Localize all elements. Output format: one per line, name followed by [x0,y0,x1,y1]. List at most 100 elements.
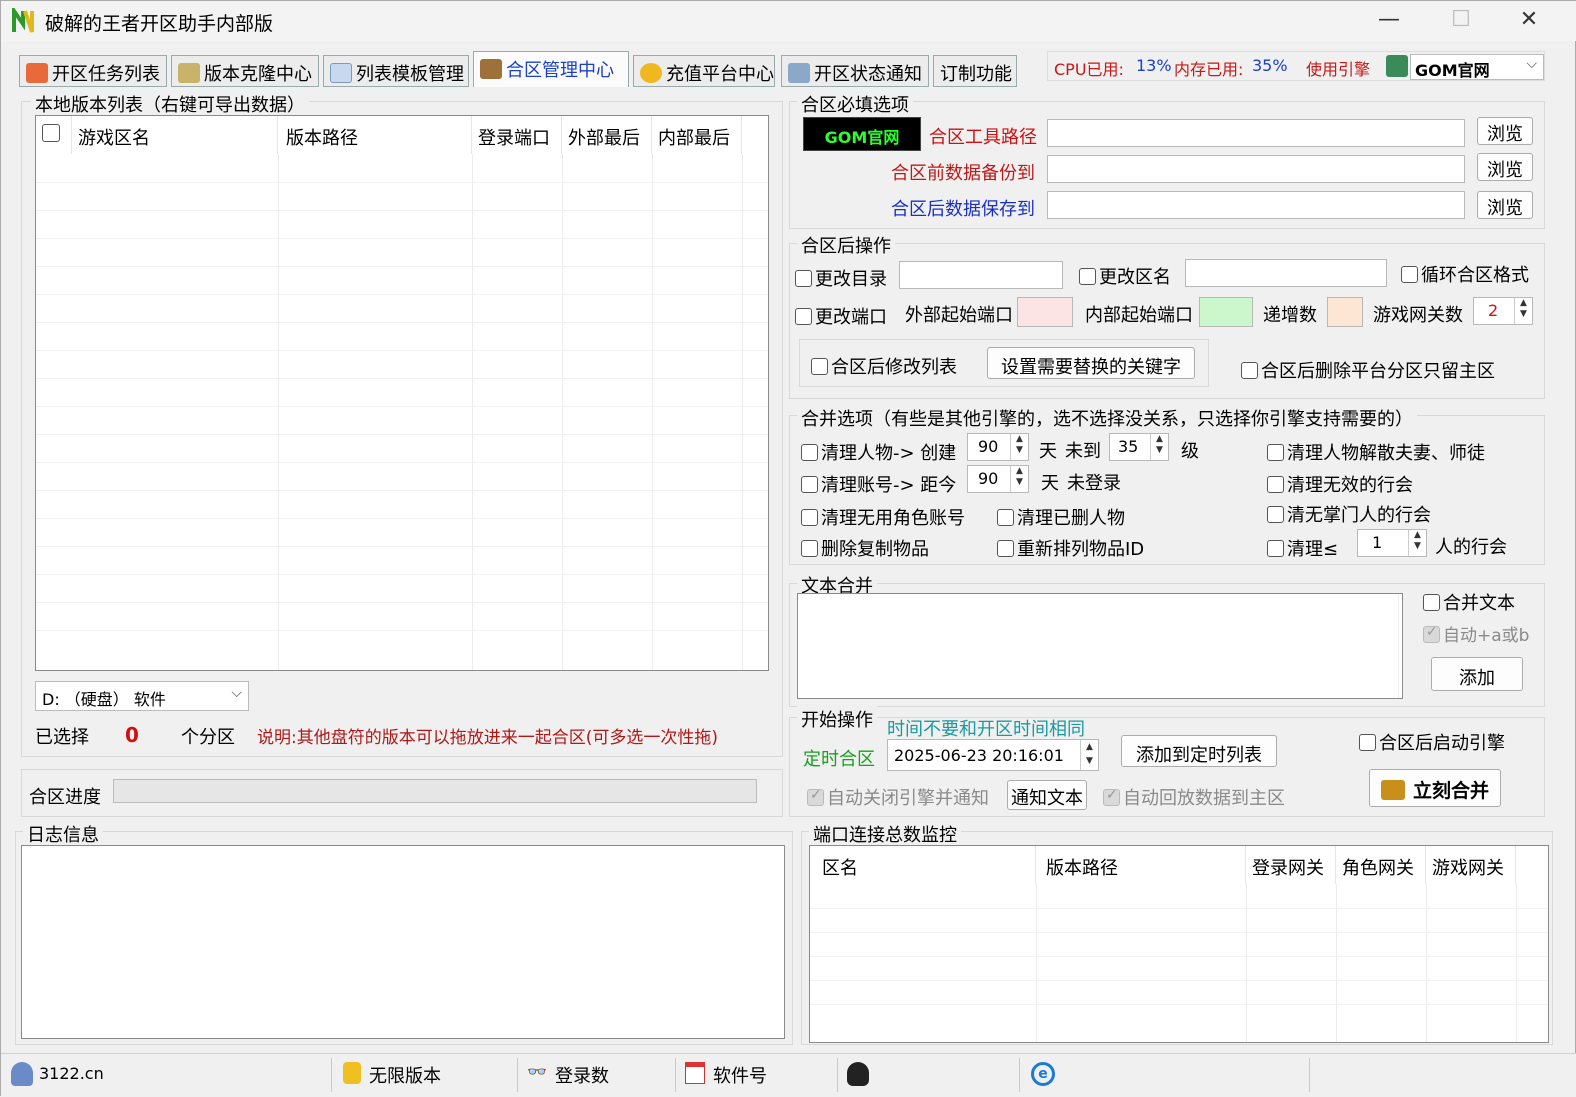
spinner-arrows-icon[interactable]: ▲ ▼ [1010,466,1028,492]
int-port-input[interactable] [1199,297,1253,327]
spinner-arrows-icon[interactable]: ▲ ▼ [1408,530,1426,556]
spinner-arrows-icon[interactable]: ▲ ▼ [1150,434,1168,460]
increment-label: 递增数 [1263,305,1317,326]
add-to-timed-list-button[interactable]: 添加到定时列表 [1121,735,1277,767]
column-header[interactable]: 登录端口 [472,116,562,154]
save-path-input[interactable] [1047,191,1465,219]
merge-now-button[interactable]: 立刻合并 [1369,769,1501,807]
tab-list-templates[interactable]: 列表模板管理 [323,55,469,87]
clone-icon [178,63,200,83]
gateway-count-spinner[interactable]: 2 ▲ ▼ [1473,297,1533,325]
auto-ab-label: 自动+a或b [1443,626,1530,646]
coin-stack-icon [343,1062,361,1084]
tool-path-browse-button[interactable]: 浏览 [1477,117,1533,145]
browser-icon[interactable]: e [1031,1062,1055,1086]
tab-custom[interactable]: 订制功能 [933,55,1017,87]
clean-marriage-checkbox[interactable]: 清理人物解散夫妻、师徒 [1267,439,1485,465]
tool-path-input[interactable] [1047,119,1465,147]
delete-platform-checkbox[interactable]: 合区后删除平台分区只留主区 [1241,357,1495,383]
tab-merge-center[interactable]: 合区管理中心 [473,51,629,87]
clean-char-days-spinner[interactable]: 90 ▲ ▼ [967,433,1029,461]
tab-recharge[interactable]: 充值平台中心 [633,55,775,87]
column-header[interactable]: 登录网关 [1246,846,1336,884]
progress-label: 合区进度 [29,787,101,808]
backup-path-input[interactable] [1047,155,1465,183]
port-monitor-list[interactable]: 区名 版本路径 登录网关 角色网关 游戏网关 [809,845,1549,1043]
backup-path-browse-button[interactable]: 浏览 [1477,153,1533,181]
system-info-panel: CPU已用: 13% 内存已用: 35% 使用引擎 GOM官网 ⌵ [1047,51,1545,81]
merge-text-checkbox[interactable]: 合并文本 [1423,589,1515,615]
modify-list-checkbox[interactable]: 合区后修改列表 [811,353,957,379]
account-days-spinner[interactable]: 90 ▲ ▼ [967,465,1029,493]
not-reach-label: 未到 [1065,441,1101,462]
auto-return-checkbox[interactable]: 自动回放数据到主区 [1103,784,1285,810]
clean-no-role-label: 清理无用角色账号 [821,508,965,529]
reorder-ids-checkbox[interactable]: 重新排列物品ID [997,535,1144,561]
tab-version-clone[interactable]: 版本克隆中心 [171,55,319,87]
set-keywords-button[interactable]: 设置需要替换的关键字 [987,347,1195,379]
clean-small-guild-checkbox[interactable]: 清理≤ [1267,535,1338,561]
notify-text-button[interactable]: 通知文本 [1007,780,1087,810]
save-path-browse-button[interactable]: 浏览 [1477,191,1533,219]
clean-guild-invalid-checkbox[interactable]: 清理无效的行会 [1267,471,1413,497]
text-merge-textarea[interactable] [797,593,1403,699]
column-header[interactable]: 游戏网关 [1426,846,1516,884]
spinner-arrows-icon[interactable]: ▲ ▼ [1080,740,1098,770]
start-engine-label: 合区后启动引擎 [1379,733,1505,754]
ext-port-input[interactable] [1017,297,1073,327]
clean-guild-invalid-label: 清理无效的行会 [1287,475,1413,496]
clean-account-checkbox[interactable]: 清理账号-> 距今 [801,471,956,497]
clean-no-leader-checkbox[interactable]: 清无掌门人的行会 [1267,501,1431,527]
qq-icon[interactable] [847,1062,869,1086]
loop-format-checkbox[interactable]: 循环合区格式 [1401,261,1529,287]
engine-select[interactable]: GOM官网 ⌵ [1410,54,1544,80]
drive-select[interactable]: D: （硬盘） 软件 ⌵ [35,681,249,711]
add-text-button[interactable]: 添加 [1431,657,1523,691]
auto-ab-checkbox[interactable]: 自动+a或b [1423,621,1529,646]
clean-char-checkbox[interactable]: 清理人物-> 创建 [801,439,956,465]
column-header[interactable]: 区名 [810,846,1036,884]
not-login-label: 未登录 [1067,473,1121,494]
clean-no-role-checkbox[interactable]: 清理无用角色账号 [801,504,965,530]
auto-close-checkbox[interactable]: 自动关闭引擎并通知 [807,784,989,810]
column-header[interactable]: 外部最后 [562,116,652,154]
tab-open-tasks[interactable]: 开区任务列表 [19,55,167,87]
delete-copies-checkbox[interactable]: 删除复制物品 [801,535,929,561]
column-header[interactable]: 版本路径 [278,116,472,154]
tab-label: 合区管理中心 [506,60,614,81]
change-dir-input[interactable] [899,261,1063,289]
account-days-value: 90 [978,469,999,488]
change-name-checkbox[interactable]: 更改区名 [1079,263,1171,289]
tab-status-notify[interactable]: 开区状态通知 [781,55,929,87]
column-header[interactable]: 游戏区名 [72,116,278,154]
minimize-button[interactable]: — [1369,7,1409,35]
select-all-checkbox[interactable] [36,116,72,154]
auto-close-label: 自动关闭引擎并通知 [827,788,989,809]
datetime-picker[interactable]: 2025-06-23 20:16:01 ▲ ▼ [887,739,1099,771]
user-icon [11,1062,33,1086]
column-header[interactable]: 内部最后 [652,116,742,154]
close-button[interactable]: ✕ [1509,7,1549,35]
start-engine-checkbox[interactable]: 合区后启动引擎 [1359,729,1505,755]
column-header[interactable]: 角色网关 [1336,846,1426,884]
change-port-checkbox[interactable]: 更改端口 [795,303,887,329]
spinner-arrows-icon[interactable]: ▲ ▼ [1514,298,1532,324]
spinner-arrows-icon[interactable]: ▲ ▼ [1010,434,1028,460]
change-name-label: 更改区名 [1099,267,1171,288]
clean-deleted-checkbox[interactable]: 清理已删人物 [997,504,1125,530]
merge-options-group-label: 合并选项（有些是其他引擎的，选不选择没关系，只选择你引擎支持需要的） [797,405,1417,431]
tool-path-label: 合区工具路径 [929,127,1037,148]
log-textarea[interactable] [21,845,785,1039]
memory-label: 内存已用: [1174,60,1244,79]
level-spinner[interactable]: 35 ▲ ▼ [1109,433,1169,461]
column-header[interactable]: 版本路径 [1036,846,1246,884]
timing-hint: 时间不要和开区时间相同 [887,719,1085,740]
site-label[interactable]: 3122.cn [39,1064,104,1083]
increment-input[interactable] [1327,297,1363,327]
local-version-list[interactable]: 游戏区名 版本路径 登录端口 外部最后 内部最后 [35,115,769,671]
guild-min-spinner[interactable]: 1 ▲ ▼ [1357,529,1427,557]
maximize-button[interactable]: ☐ [1441,7,1481,35]
change-name-input[interactable] [1185,259,1387,287]
tab-label: 订制功能 [940,64,1012,85]
change-dir-checkbox[interactable]: 更改目录 [795,265,887,291]
